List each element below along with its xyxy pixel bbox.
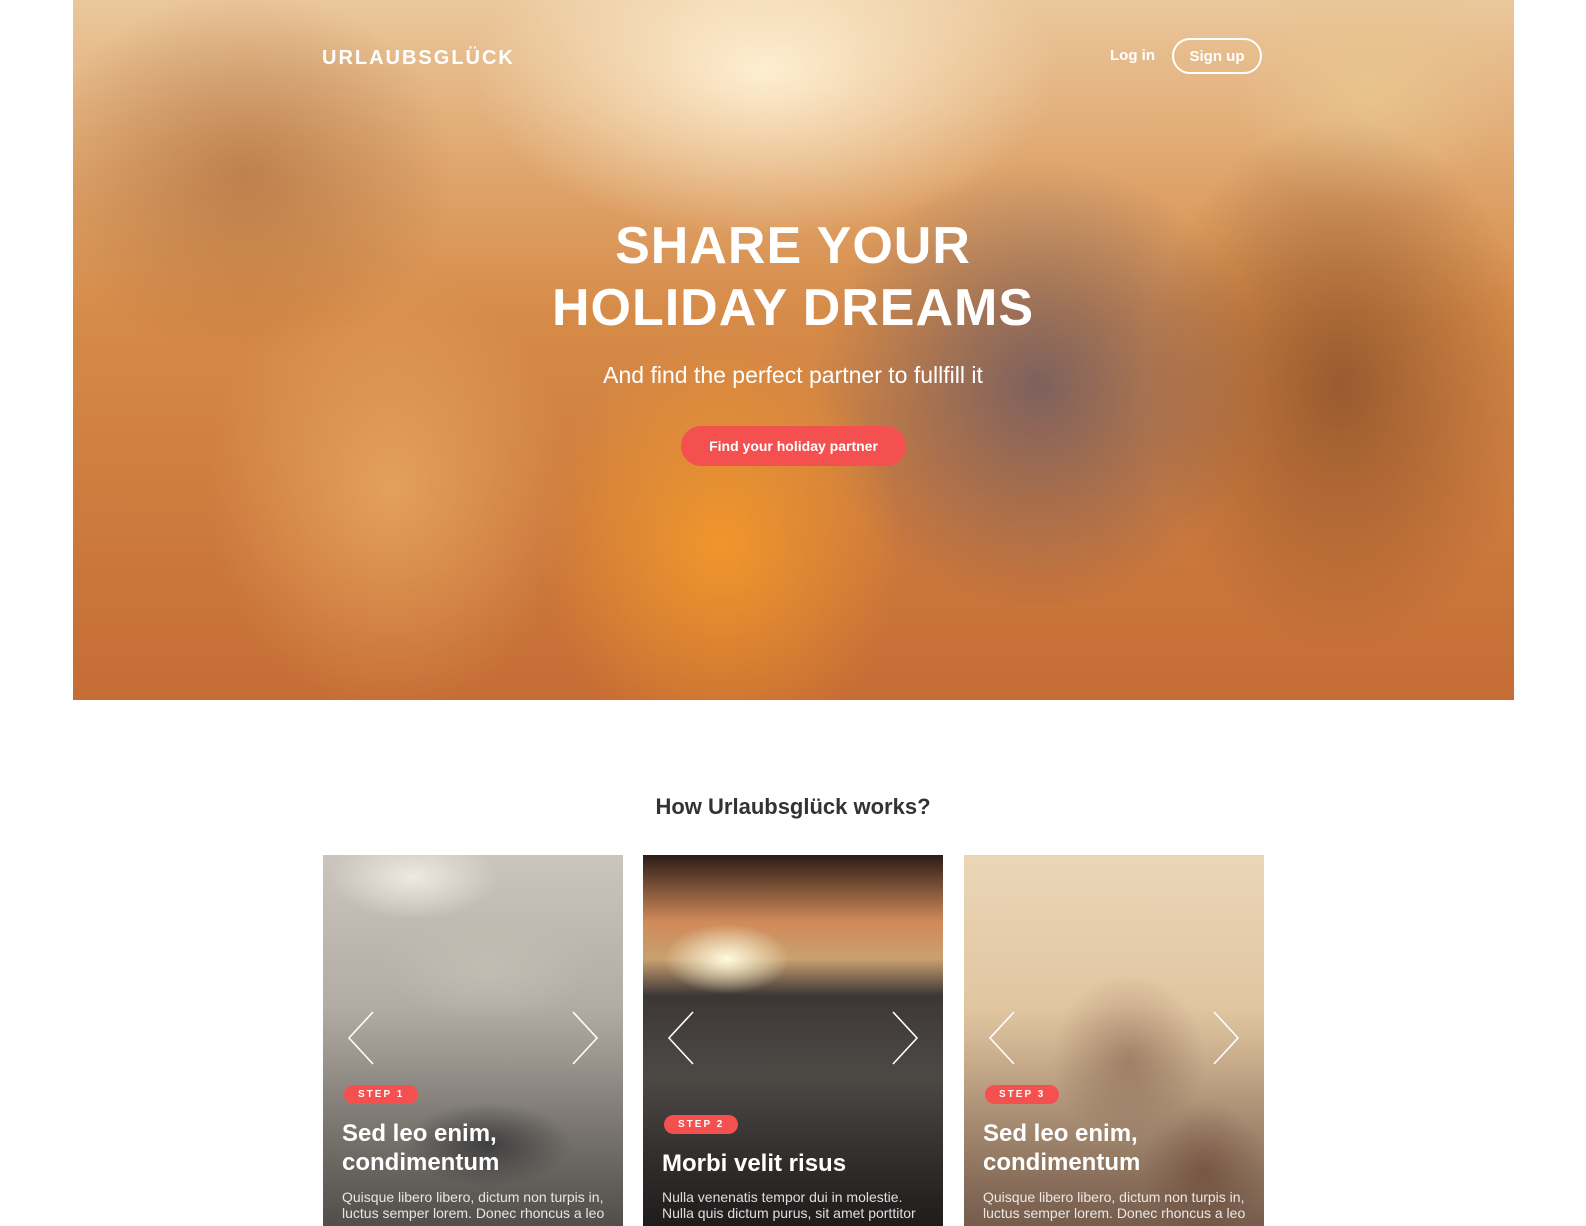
step-card[interactable]: STEP 1 Sed leo enim, condimentum Quisque… (323, 855, 623, 1226)
step-badge: STEP 3 (985, 1085, 1060, 1104)
signup-button[interactable]: Sign up (1172, 38, 1262, 74)
step-badge: STEP 1 (344, 1085, 419, 1104)
hero-subtitle: And find the perfect partner to fullfill… (603, 362, 983, 388)
card-text: Quisque libero libero, dictum non turpis… (342, 1189, 605, 1221)
find-partner-button[interactable]: Find your holiday partner (681, 426, 906, 466)
card-title: Sed leo enim, condimentum (983, 1120, 1141, 1176)
chevron-left-icon[interactable] (343, 1010, 387, 1066)
step-card[interactable]: STEP 2 Morbi velit risus Nulla venenatis… (643, 855, 943, 1226)
chevron-left-icon[interactable] (663, 1010, 707, 1066)
hero-banner (73, 0, 1514, 700)
hero-title-line1: SHARE YOUR (615, 217, 971, 275)
hero-title: SHARE YOUR HOLIDAY DREAMS (0, 215, 1586, 339)
card-text: Quisque libero libero, dictum non turpis… (983, 1189, 1246, 1221)
card-text: Nulla venenatis tempor dui in molestie. … (662, 1189, 916, 1221)
chevron-left-icon[interactable] (984, 1010, 1028, 1066)
chevron-right-icon[interactable] (879, 1010, 923, 1066)
card-title: Morbi velit risus (662, 1150, 847, 1177)
step-card[interactable]: STEP 3 Sed leo enim, condimentum Quisque… (964, 855, 1264, 1226)
card-title: Sed leo enim, condimentum (342, 1120, 500, 1176)
chevron-right-icon[interactable] (559, 1010, 603, 1066)
login-link[interactable]: Log in (1110, 47, 1155, 64)
hero-title-line2: HOLIDAY DREAMS (551, 279, 1035, 337)
section-title: How Urlaubsglück works? (655, 794, 931, 819)
step-badge: STEP 2 (664, 1115, 739, 1134)
logo[interactable]: URLAUBSGLÜCK (322, 47, 515, 70)
chevron-right-icon[interactable] (1200, 1010, 1244, 1066)
